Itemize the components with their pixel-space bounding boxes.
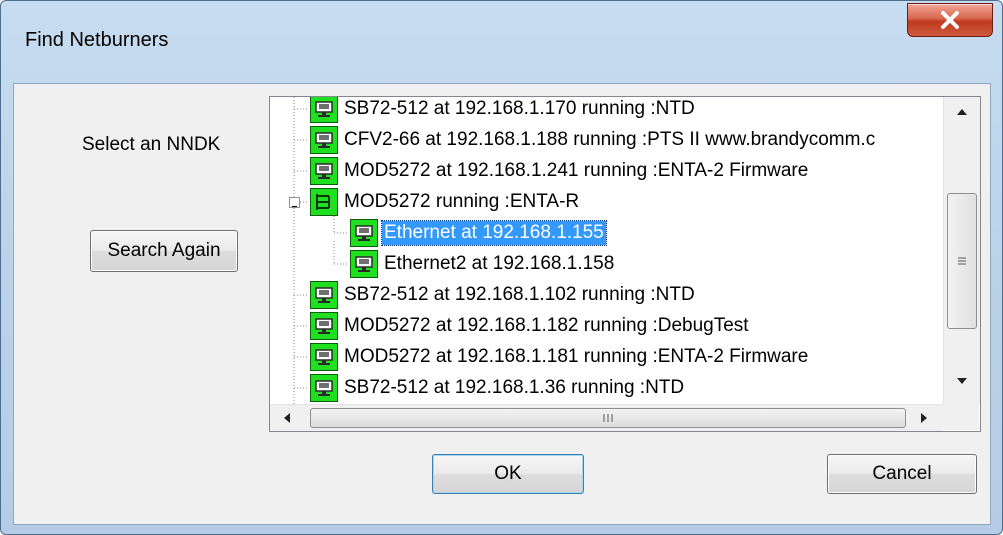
scrollbar-corner <box>943 404 979 430</box>
vertical-scroll-thumb[interactable] <box>947 193 977 329</box>
grip-icon <box>603 414 613 422</box>
select-nndk-label: Select an NNDK <box>82 134 221 155</box>
device-tree-view[interactable]: SB72-512 at 192.168.1.170 running :NTD CF… <box>269 96 981 432</box>
search-again-button[interactable]: Search Again <box>90 230 238 272</box>
find-netburners-dialog: Find Netburners Select an NNDK Search Ag… <box>0 0 1003 535</box>
cancel-button[interactable]: Cancel <box>827 454 977 494</box>
tree-node[interactable]: SB72-512 at 192.168.1.170 running :NTD <box>310 97 697 123</box>
tree-node-label: MOD5272 at 192.168.1.182 running :DebugT… <box>344 315 749 336</box>
network-device-icon <box>310 312 338 340</box>
scroll-right-arrow-icon[interactable] <box>921 413 927 423</box>
title-bar[interactable]: Find Netburners <box>1 1 1002 87</box>
tree-node-label: CFV2-66 at 192.168.1.188 running :PTS II… <box>344 129 876 150</box>
network-device-icon <box>310 343 338 371</box>
scroll-down-arrow-icon[interactable] <box>957 378 967 384</box>
tree-node-label: Ethernet2 at 192.168.1.158 <box>384 253 615 274</box>
vertical-scrollbar[interactable] <box>943 97 980 404</box>
network-device-icon <box>350 250 378 278</box>
tree-node[interactable]: MOD5272 at 192.168.1.182 running :DebugT… <box>310 312 751 340</box>
horizontal-scroll-thumb[interactable] <box>310 408 906 428</box>
network-device-icon <box>350 219 378 247</box>
tree-node[interactable]: CFV2-66 at 192.168.1.188 running :PTS II… <box>310 126 877 154</box>
scroll-left-arrow-icon[interactable] <box>284 413 290 423</box>
tree-node-label: SB72-512 at 192.168.1.36 running :NTD <box>344 377 685 398</box>
horizontal-scrollbar[interactable] <box>270 404 943 431</box>
dialog-client-area: Select an NNDK Search Again SB72-512 at … <box>13 83 991 525</box>
multi-interface-icon <box>310 188 338 216</box>
scroll-up-arrow-icon[interactable] <box>957 109 967 115</box>
tree-child-node[interactable]: Ethernet2 at 192.168.1.158 <box>350 250 616 278</box>
collapse-toggle-icon[interactable] <box>289 197 300 208</box>
close-icon <box>941 11 959 29</box>
close-button[interactable] <box>907 3 993 37</box>
ok-button[interactable]: OK <box>432 454 584 494</box>
network-device-icon <box>310 374 338 402</box>
tree-viewport: SB72-512 at 192.168.1.170 running :NTD CF… <box>270 97 943 404</box>
grip-icon <box>958 257 966 265</box>
tree-node-label: SB72-512 at 192.168.1.170 running :NTD <box>344 98 695 119</box>
tree-child-node[interactable]: Ethernet at 192.168.1.155 <box>350 219 607 247</box>
network-device-icon <box>310 126 338 154</box>
tree-node-label: MOD5272 running :ENTA-R <box>344 191 580 212</box>
tree-node[interactable]: SB72-512 at 192.168.1.102 running :NTD <box>310 281 697 309</box>
network-device-icon <box>310 157 338 185</box>
tree-node-label: SB72-512 at 192.168.1.102 running :NTD <box>344 284 695 305</box>
tree-node[interactable]: MOD5272 at 192.168.1.241 running :ENTA-2… <box>310 157 810 185</box>
tree-node[interactable]: MOD5272 at 192.168.1.181 running :ENTA-2… <box>310 343 810 371</box>
network-device-icon <box>310 97 338 123</box>
tree-node[interactable]: SB72-512 at 192.168.1.36 running :NTD <box>310 374 686 402</box>
tree-node-label: Ethernet at 192.168.1.155 <box>381 220 607 246</box>
tree-node-label: MOD5272 at 192.168.1.241 running :ENTA-2… <box>344 160 809 181</box>
network-device-icon <box>310 281 338 309</box>
tree-node-label: MOD5272 at 192.168.1.181 running :ENTA-2… <box>344 346 809 367</box>
tree-node[interactable]: MOD5272 running :ENTA-R <box>310 188 581 216</box>
dialog-title: Find Netburners <box>25 29 169 51</box>
